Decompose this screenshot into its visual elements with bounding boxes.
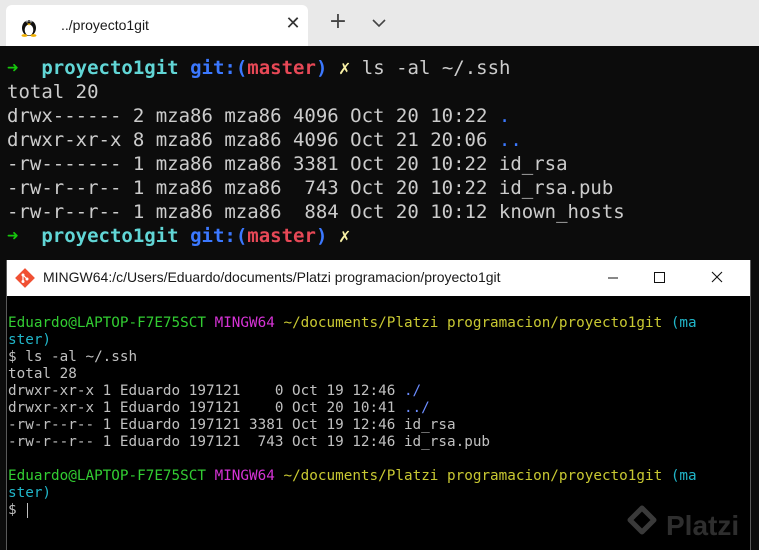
terminal-prompt-line: ➜ proyecto1git git:(master) ✗ bbox=[7, 224, 350, 248]
mingw-row: -rw-r--r-- 1 Eduardo 197121 743 Oct 19 1… bbox=[8, 434, 490, 451]
row-name: . bbox=[498, 105, 511, 127]
tab-bar: ../proyecto1git ✕ + bbox=[0, 0, 759, 46]
prompt-dirty-mark: ✗ bbox=[338, 57, 351, 79]
new-tab-button[interactable]: + bbox=[326, 10, 350, 34]
prompt-paren-open: ( bbox=[235, 57, 248, 79]
minimize-icon[interactable] bbox=[590, 260, 636, 296]
prompt-git-label: git: bbox=[190, 57, 236, 79]
row-name: id_rsa.pub bbox=[403, 434, 491, 450]
row-name: .. bbox=[498, 129, 522, 151]
row-name: known_hosts bbox=[498, 201, 625, 223]
row-name: id_rsa.pub bbox=[498, 177, 614, 199]
terminal-prompt-line: ➜ proyecto1git git:(master) ✗ ls -al ~/.… bbox=[7, 56, 510, 80]
row-meta: -rw-r--r-- 1 Eduardo 197121 743 Oct 19 1… bbox=[8, 434, 404, 450]
prompt-branch: master bbox=[247, 225, 316, 247]
prompt-arrow: ➜ bbox=[7, 57, 19, 79]
mingw-system: MINGW64 bbox=[214, 468, 275, 484]
row-meta: -rw-r--r-- 1 mza86 mza86 884 Oct 20 10:1… bbox=[7, 201, 499, 223]
mingw-dollar: $ bbox=[8, 502, 17, 518]
mingw-branch: (ma bbox=[670, 468, 697, 484]
row-meta: drwxr-xr-x 8 mza86 mza86 4096 Oct 21 20:… bbox=[7, 129, 499, 151]
mingw-path: ~/documents/Platzi programacion/proyecto… bbox=[283, 315, 663, 331]
mingw-input-line[interactable]: $ bbox=[8, 502, 29, 519]
git-bash-icon bbox=[15, 268, 35, 288]
prompt-paren-open: ( bbox=[235, 225, 248, 247]
mingw-path: ~/documents/Platzi programacion/proyecto… bbox=[283, 468, 663, 484]
mingw-user: Eduardo@LAPTOP-F7E75SCT bbox=[8, 468, 206, 484]
row-meta: drwxr-xr-x 1 Eduardo 197121 0 Oct 19 12:… bbox=[8, 383, 404, 399]
prompt-git-label: git: bbox=[190, 225, 236, 247]
maximize-icon[interactable] bbox=[636, 260, 682, 296]
prompt-paren-close: ) bbox=[315, 225, 328, 247]
terminal-row: -rw-r--r-- 1 mza86 mza86 884 Oct 20 10:1… bbox=[7, 200, 625, 224]
prompt-command: ls -al ~/.ssh bbox=[361, 57, 511, 79]
terminal-pane[interactable]: ➜ proyecto1git git:(master) ✗ ls -al ~/.… bbox=[0, 46, 759, 260]
mingw-prompt-wrap: ster) bbox=[8, 332, 51, 349]
prompt-arrow: ➜ bbox=[7, 225, 19, 247]
mingw-row: drwxr-xr-x 1 Eduardo 197121 0 Oct 19 12:… bbox=[8, 383, 421, 400]
platzi-logo-icon: Platzi bbox=[627, 505, 739, 541]
row-meta: -rw------- 1 mza86 mza86 3381 Oct 20 10:… bbox=[7, 153, 499, 175]
watermark-label: Platzi bbox=[666, 510, 739, 541]
row-meta: -rw-r--r-- 1 Eduardo 197121 3381 Oct 19 … bbox=[8, 417, 404, 433]
prompt-paren-close: ) bbox=[315, 57, 328, 79]
prompt-dir: proyecto1git bbox=[41, 225, 179, 247]
tab-title: ../proyecto1git bbox=[61, 17, 149, 33]
close-icon[interactable] bbox=[694, 260, 740, 296]
mingw-system: MINGW64 bbox=[214, 315, 275, 331]
row-name: ./ bbox=[403, 383, 422, 399]
mingw-branch-wrap: ster) bbox=[8, 485, 52, 501]
row-name: id_rsa bbox=[498, 153, 568, 175]
terminal-row: drwx------ 2 mza86 mza86 4096 Oct 20 10:… bbox=[7, 104, 510, 128]
mingw-total: total 28 bbox=[8, 366, 77, 382]
mingw-user: Eduardo@LAPTOP-F7E75SCT bbox=[8, 315, 206, 331]
row-meta: drwx------ 2 mza86 mza86 4096 Oct 20 10:… bbox=[7, 105, 499, 127]
mingw-row: drwxr-xr-x 1 Eduardo 197121 0 Oct 20 10:… bbox=[8, 400, 430, 417]
chevron-down-icon[interactable] bbox=[368, 12, 390, 34]
row-meta: -rw-r--r-- 1 mza86 mza86 743 Oct 20 10:2… bbox=[7, 177, 499, 199]
row-meta: drwxr-xr-x 1 Eduardo 197121 0 Oct 20 10:… bbox=[8, 400, 404, 416]
mingw-window-title: MINGW64:/c/Users/Eduardo/documents/Platz… bbox=[43, 269, 501, 285]
linux-penguin-icon bbox=[21, 19, 37, 37]
tab-proyecto1git[interactable]: ../proyecto1git ✕ bbox=[6, 5, 308, 46]
text-cursor bbox=[27, 502, 29, 518]
prompt-branch: master bbox=[247, 57, 316, 79]
prompt-dir: proyecto1git bbox=[41, 57, 179, 79]
terminal-row: -rw-r--r-- 1 mza86 mza86 743 Oct 20 10:2… bbox=[7, 176, 613, 200]
row-name: id_rsa bbox=[403, 417, 456, 433]
tab-close-icon[interactable]: ✕ bbox=[282, 13, 304, 35]
prompt-dirty-mark: ✗ bbox=[338, 225, 351, 247]
mingw-prompt-line: Eduardo@LAPTOP-F7E75SCT MINGW64 ~/docume… bbox=[8, 468, 697, 485]
terminal-row: drwxr-xr-x 8 mza86 mza86 4096 Oct 21 20:… bbox=[7, 128, 522, 152]
mingw-branch: (ma bbox=[670, 315, 697, 331]
mingw-command: $ ls -al ~/.ssh bbox=[8, 349, 138, 365]
mingw-row: -rw-r--r-- 1 Eduardo 197121 3381 Oct 19 … bbox=[8, 417, 456, 434]
terminal-total: total 20 bbox=[7, 81, 99, 103]
mingw-prompt-line: Eduardo@LAPTOP-F7E75SCT MINGW64 ~/docume… bbox=[8, 315, 697, 332]
mingw-titlebar[interactable]: MINGW64:/c/Users/Eduardo/documents/Platz… bbox=[7, 260, 750, 296]
row-name: ../ bbox=[403, 400, 430, 416]
terminal-row: -rw------- 1 mza86 mza86 3381 Oct 20 10:… bbox=[7, 152, 568, 176]
mingw-branch-wrap: ster) bbox=[8, 332, 52, 348]
mingw-prompt-wrap: ster) bbox=[8, 485, 51, 502]
